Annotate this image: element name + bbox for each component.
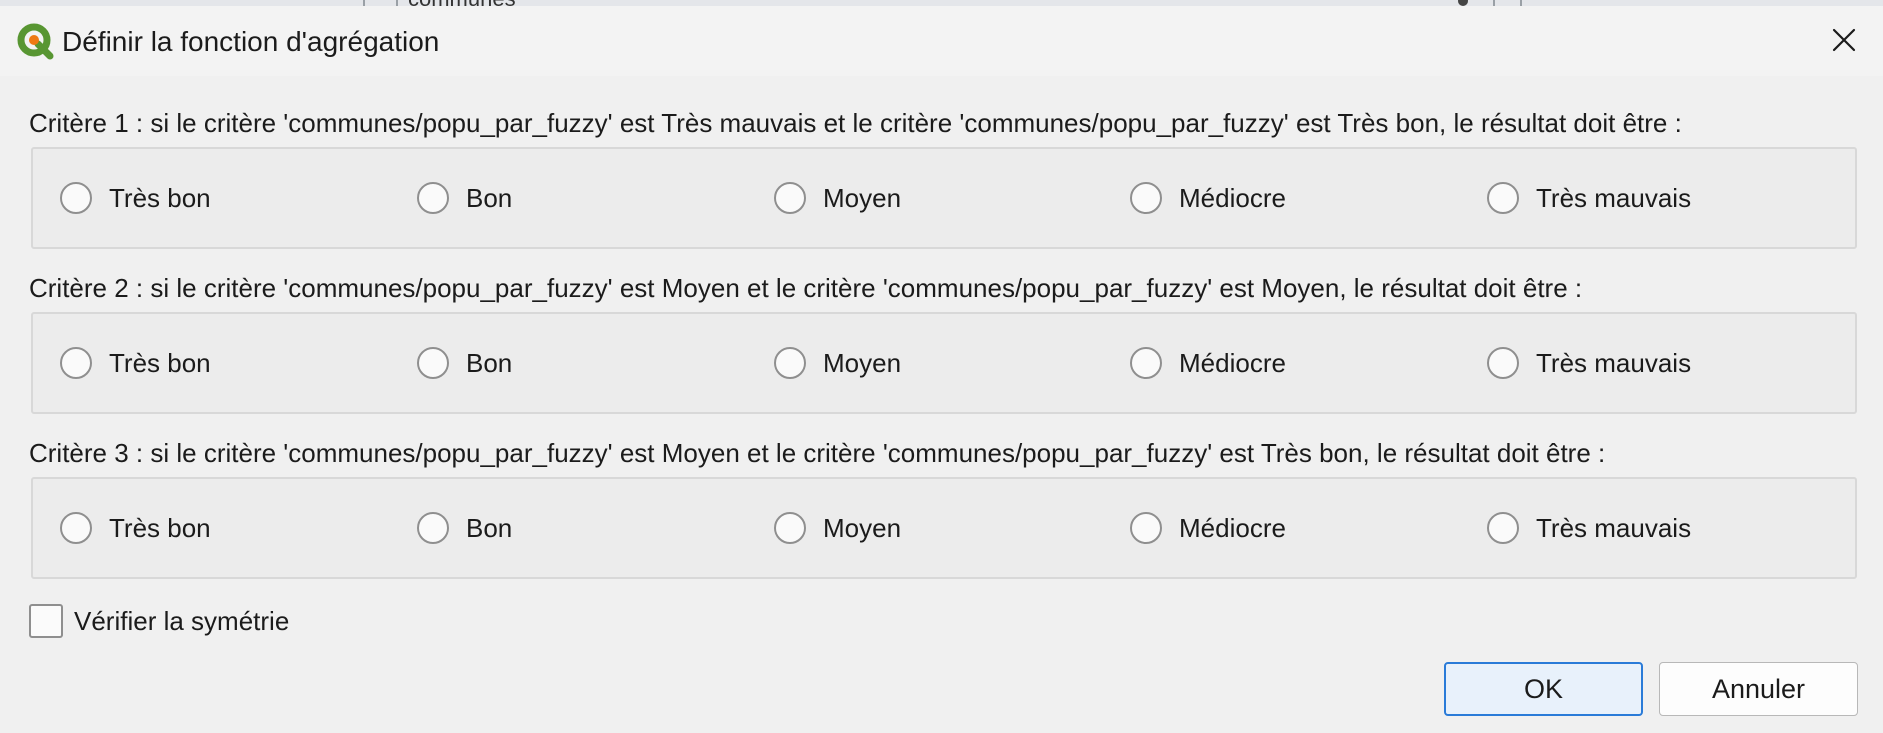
radio-button[interactable]	[60, 512, 92, 544]
criterion-2-option-bon[interactable]: Bon	[417, 314, 512, 412]
criterion-3-label: Critère 3 : si le critère 'communes/popu…	[29, 438, 1606, 468]
radio-button[interactable]	[1487, 182, 1519, 214]
criterion-2-option-tres-mauvais[interactable]: Très mauvais	[1487, 314, 1691, 412]
radio-button[interactable]	[774, 347, 806, 379]
cancel-button[interactable]: Annuler	[1659, 662, 1858, 716]
window-title: Définir la fonction d'agrégation	[62, 26, 440, 57]
symmetry-label: Vérifier la symétrie	[74, 605, 290, 636]
title-bar: Définir la fonction d'agrégation	[0, 6, 1883, 76]
aggregation-dialog: communes Définir la fonction d'agrégatio…	[0, 0, 1883, 733]
radio-label: Médiocre	[1179, 512, 1286, 543]
criterion-3-option-bon[interactable]: Bon	[417, 479, 512, 577]
radio-button[interactable]	[60, 182, 92, 214]
radio-button[interactable]	[774, 512, 806, 544]
criterion-2-option-tres-bon[interactable]: Très bon	[60, 314, 211, 412]
radio-button[interactable]	[1487, 347, 1519, 379]
criterion-1-option-tres-mauvais[interactable]: Très mauvais	[1487, 149, 1691, 247]
radio-label: Moyen	[823, 182, 902, 213]
criterion-2-label: Critère 2 : si le critère 'communes/popu…	[29, 273, 1583, 303]
criterion-3-option-moyen[interactable]: Moyen	[774, 479, 901, 577]
radio-button[interactable]	[1487, 512, 1519, 544]
radio-label: Moyen	[823, 347, 902, 378]
criterion-3-option-tres-mauvais[interactable]: Très mauvais	[1487, 479, 1691, 577]
close-button[interactable]	[1817, 16, 1871, 68]
radio-label: Très bon	[109, 512, 211, 543]
criterion-1-option-tres-bon[interactable]: Très bon	[60, 149, 211, 247]
qgis-logo-icon	[16, 22, 56, 62]
criterion-1-option-moyen[interactable]: Moyen	[774, 149, 901, 247]
radio-label: Moyen	[823, 512, 902, 543]
radio-button[interactable]	[1130, 512, 1162, 544]
symmetry-checkbox-row[interactable]: Vérifier la symétrie	[29, 604, 289, 638]
radio-label: Médiocre	[1179, 182, 1286, 213]
radio-button[interactable]	[60, 347, 92, 379]
radio-button[interactable]	[417, 347, 449, 379]
criterion-3-options: Très bon Bon Moyen Médiocre Très mauvais	[31, 477, 1857, 579]
symmetry-checkbox[interactable]	[29, 604, 63, 638]
dialog-content: Critère 1 : si le critère 'communes/popu…	[0, 76, 1883, 733]
criterion-1-option-bon[interactable]: Bon	[417, 149, 512, 247]
radio-label: Bon	[466, 512, 513, 543]
radio-button[interactable]	[417, 512, 449, 544]
close-icon	[1832, 28, 1856, 57]
radio-label: Très mauvais	[1536, 347, 1692, 378]
radio-label: Très bon	[109, 347, 211, 378]
criterion-2-option-moyen[interactable]: Moyen	[774, 314, 901, 412]
criterion-2-option-mediocre[interactable]: Médiocre	[1130, 314, 1286, 412]
criterion-1-option-mediocre[interactable]: Médiocre	[1130, 149, 1286, 247]
ok-button[interactable]: OK	[1444, 662, 1643, 716]
radio-label: Bon	[466, 347, 513, 378]
radio-button[interactable]	[1130, 347, 1162, 379]
criterion-2-options: Très bon Bon Moyen Médiocre Très mauvais	[31, 312, 1857, 414]
radio-label: Très mauvais	[1536, 182, 1692, 213]
radio-label: Très mauvais	[1536, 512, 1692, 543]
radio-label: Très bon	[109, 182, 211, 213]
radio-button[interactable]	[417, 182, 449, 214]
radio-button[interactable]	[1130, 182, 1162, 214]
radio-label: Bon	[466, 182, 513, 213]
radio-label: Médiocre	[1179, 347, 1286, 378]
criterion-1-label: Critère 1 : si le critère 'communes/popu…	[29, 108, 1682, 138]
criterion-3-option-mediocre[interactable]: Médiocre	[1130, 479, 1286, 577]
criterion-1-options: Très bon Bon Moyen Médiocre Très mauvais	[31, 147, 1857, 249]
radio-button[interactable]	[774, 182, 806, 214]
criterion-3-option-tres-bon[interactable]: Très bon	[60, 479, 211, 577]
